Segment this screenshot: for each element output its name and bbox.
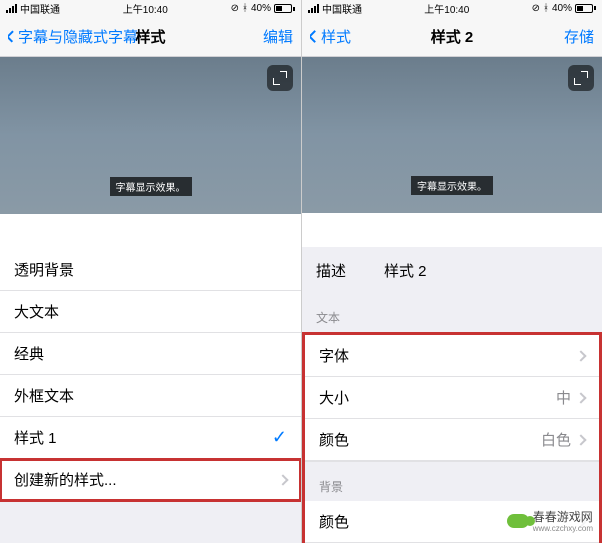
description-row: 描述 样式 2 bbox=[302, 247, 602, 293]
status-bar: 中国联通 上午10:40 ⊘ ᚼ 40% bbox=[302, 0, 602, 17]
battery-icon bbox=[575, 4, 596, 13]
row-label: 大文本 bbox=[14, 301, 59, 322]
style-option-large-text[interactable]: 大文本 bbox=[0, 291, 301, 333]
status-time: 上午10:40 bbox=[424, 1, 469, 16]
font-row[interactable]: 字体 bbox=[305, 335, 599, 377]
watermark: 春春游戏网 www.czchxy.com bbox=[503, 506, 597, 535]
color-row[interactable]: 颜色 白色 bbox=[305, 419, 599, 461]
status-bar: 中国联通 上午10:40 ⊘ ᚼ 40% bbox=[0, 0, 301, 17]
spacer bbox=[0, 214, 301, 249]
nav-bar: 样式 样式 2 存储 bbox=[302, 17, 602, 57]
expand-button[interactable] bbox=[568, 65, 594, 91]
chevron-left-icon bbox=[8, 30, 18, 42]
nav-bar: 字幕与隐藏式字幕 样式 编辑 bbox=[0, 17, 301, 57]
size-value: 中 bbox=[556, 387, 571, 408]
row-label: 创建新的样式... bbox=[14, 469, 117, 490]
bluetooth-icon: ᚼ bbox=[543, 3, 549, 14]
watermark-name: 春春游戏网 bbox=[533, 510, 593, 524]
carrier-label: 中国联通 bbox=[322, 1, 362, 16]
watermark-logo-icon bbox=[507, 514, 529, 528]
battery-icon bbox=[274, 4, 295, 13]
caption-preview: 字幕显示效果。 bbox=[0, 57, 301, 214]
edit-button[interactable]: 编辑 bbox=[263, 26, 293, 47]
alarm-icon: ⊘ bbox=[231, 3, 239, 14]
caption-sample-text: 字幕显示效果。 bbox=[110, 177, 192, 196]
row-label: 样式 1 bbox=[14, 427, 57, 448]
chevron-left-icon bbox=[310, 30, 321, 43]
chevron-right-icon bbox=[279, 471, 287, 488]
row-label: 透明背景 bbox=[14, 259, 74, 280]
row-label: 经典 bbox=[14, 343, 44, 364]
spacer bbox=[302, 213, 602, 248]
description-label: 描述 bbox=[316, 260, 346, 281]
carrier-label: 中国联通 bbox=[20, 1, 60, 16]
phone-right: 中国联通 上午10:40 ⊘ ᚼ 40% 样式 样式 2 存储 字幕显示效果。 bbox=[301, 0, 602, 543]
style-option-style1[interactable]: 样式 1 ✓ bbox=[0, 417, 301, 459]
row-label: 颜色 bbox=[319, 429, 349, 450]
save-button[interactable]: 存储 bbox=[564, 26, 594, 47]
alarm-icon: ⊘ bbox=[532, 3, 540, 14]
color-value: 白色 bbox=[541, 429, 571, 450]
back-label: 样式 bbox=[321, 26, 351, 47]
caption-sample-text: 字幕显示效果。 bbox=[411, 176, 493, 195]
back-label: 字幕与隐藏式字幕 bbox=[18, 26, 138, 47]
section-header-background: 背景 bbox=[305, 461, 599, 501]
expand-icon bbox=[574, 71, 588, 85]
row-label: 字体 bbox=[319, 345, 349, 366]
create-new-style-button[interactable]: 创建新的样式... bbox=[0, 459, 301, 501]
back-button[interactable]: 样式 bbox=[310, 26, 351, 47]
back-button[interactable]: 字幕与隐藏式字幕 bbox=[8, 26, 138, 47]
signal-icon bbox=[308, 4, 319, 13]
signal-icon bbox=[6, 4, 17, 13]
chevron-right-icon bbox=[575, 392, 586, 403]
row-label: 大小 bbox=[319, 387, 349, 408]
chevron-right-icon bbox=[575, 434, 586, 445]
description-value: 样式 2 bbox=[384, 260, 427, 281]
section-header-text: 文本 bbox=[302, 293, 602, 332]
battery-pct: 40% bbox=[251, 3, 271, 14]
expand-icon bbox=[273, 71, 287, 85]
size-row[interactable]: 大小 中 bbox=[305, 377, 599, 419]
status-time: 上午10:40 bbox=[123, 1, 168, 16]
checkmark-icon: ✓ bbox=[272, 427, 287, 448]
battery-pct: 40% bbox=[552, 3, 572, 14]
style-option-classic[interactable]: 经典 bbox=[0, 333, 301, 375]
bluetooth-icon: ᚼ bbox=[242, 3, 248, 14]
phone-left: 中国联通 上午10:40 ⊘ ᚼ 40% 字幕与隐藏式字幕 样式 编辑 字幕显示… bbox=[0, 0, 301, 543]
style-list: 透明背景 大文本 经典 外框文本 样式 1 ✓ 创建新的样式... bbox=[0, 249, 301, 501]
chevron-right-icon bbox=[575, 350, 586, 361]
watermark-url: www.czchxy.com bbox=[533, 525, 593, 533]
row-label: 颜色 bbox=[319, 511, 349, 532]
row-label: 外框文本 bbox=[14, 385, 74, 406]
style-option-outline[interactable]: 外框文本 bbox=[0, 375, 301, 417]
caption-preview: 字幕显示效果。 bbox=[302, 57, 602, 213]
expand-button[interactable] bbox=[267, 65, 293, 91]
style-option-transparent[interactable]: 透明背景 bbox=[0, 249, 301, 291]
